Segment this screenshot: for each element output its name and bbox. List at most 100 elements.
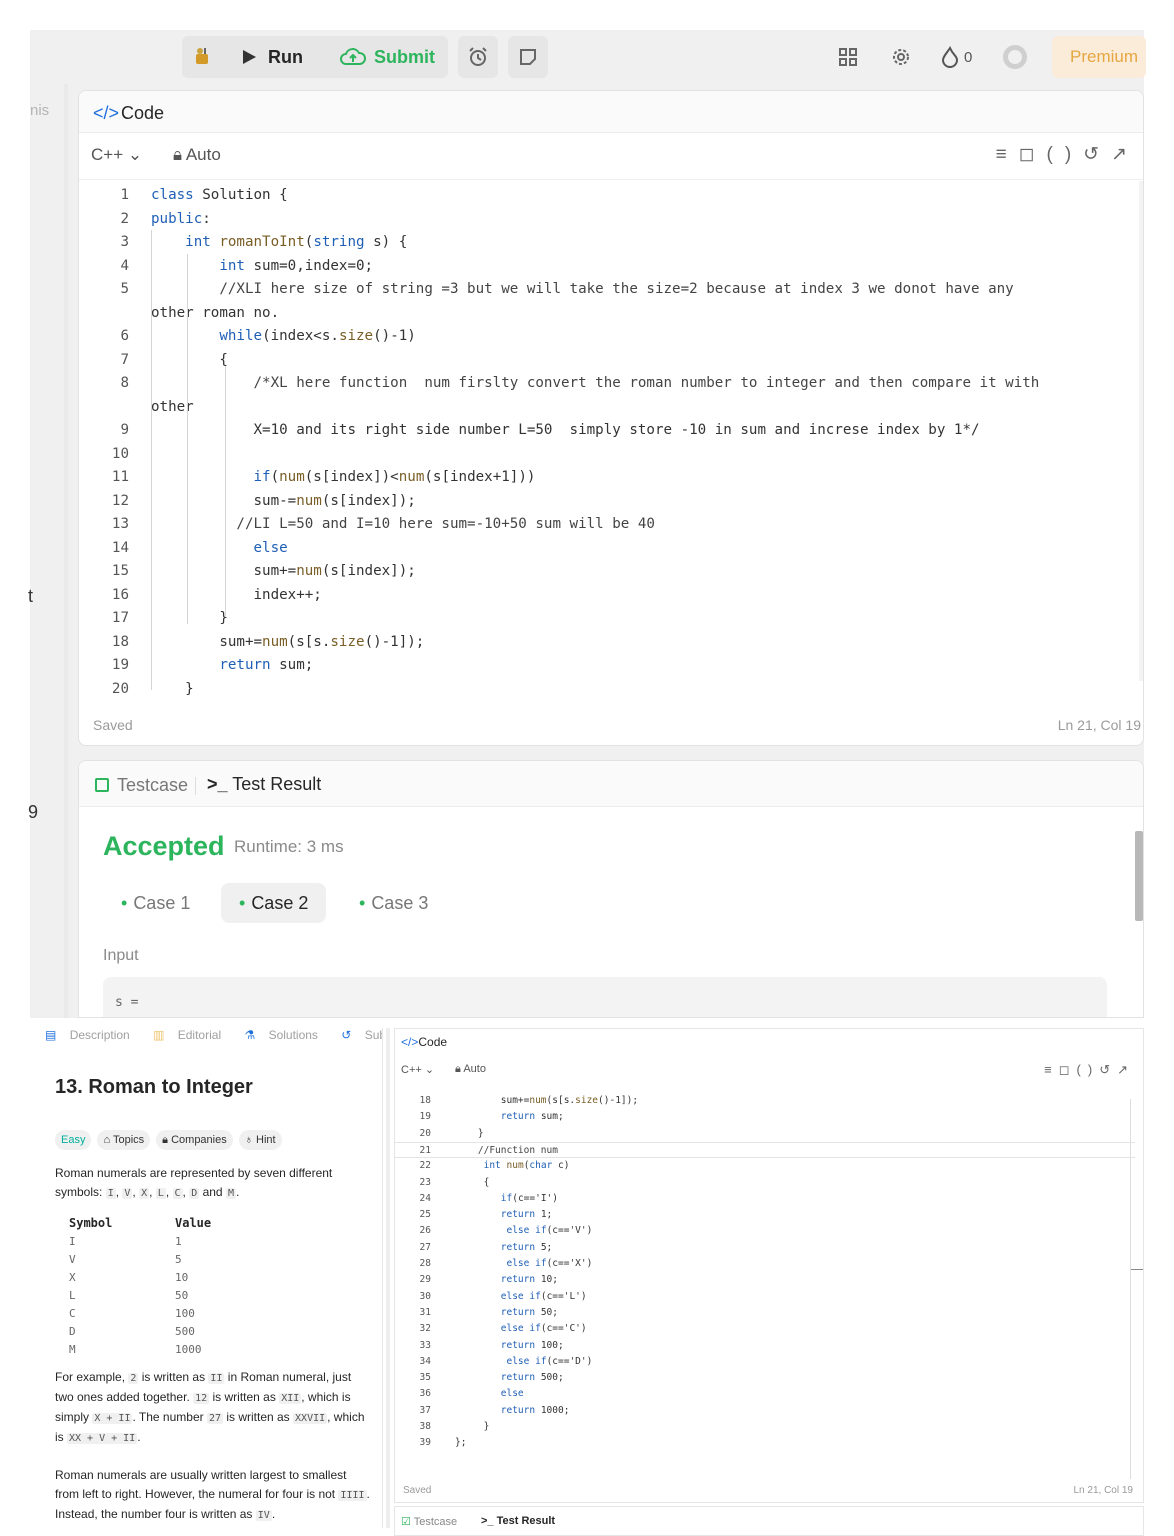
- submit-button[interactable]: Submit: [340, 36, 435, 78]
- code-line[interactable]: 5 //XLI here size of string =3 but we wi…: [79, 278, 1143, 301]
- tab-testcase[interactable]: Testcase: [95, 775, 188, 796]
- streak-counter[interactable]: 0: [940, 36, 972, 78]
- avatar[interactable]: [1002, 36, 1028, 78]
- difficulty-badge: Easy: [55, 1130, 92, 1150]
- layout-button[interactable]: [838, 36, 858, 78]
- code-line[interactable]: 37 return 1000;: [395, 1403, 1135, 1419]
- expand-icon[interactable]: ↗: [1117, 1062, 1135, 1077]
- notes-button[interactable]: [508, 36, 548, 78]
- braces-icon[interactable]: (): [1077, 1062, 1100, 1077]
- code-line[interactable]: 3 int romanToInt(string s) {: [79, 231, 1143, 254]
- code-line[interactable]: 23 {: [395, 1175, 1135, 1191]
- settings-button[interactable]: [890, 36, 912, 78]
- status-dot: •: [359, 893, 366, 913]
- code-line[interactable]: 7 {: [79, 349, 1143, 372]
- code-scrollbar[interactable]: [1130, 1099, 1131, 1479]
- tab-test-result[interactable]: >_ Test Result: [207, 774, 321, 795]
- run-button[interactable]: Run: [240, 36, 303, 78]
- code-line[interactable]: 8 /*XL here function num firslty convert…: [79, 372, 1143, 395]
- code-line[interactable]: 32 else if(c=='C'): [395, 1321, 1135, 1337]
- code-line[interactable]: other: [79, 396, 1143, 419]
- tab-test-result[interactable]: >_ Test Result: [481, 1515, 555, 1527]
- line-number: 26: [419, 1225, 431, 1237]
- tab-solutions[interactable]: ⚗ Solutions: [244, 1028, 327, 1042]
- code-line[interactable]: 13 //LI L=50 and I=10 here sum=-10+50 su…: [79, 513, 1143, 536]
- code-line[interactable]: 39};: [395, 1435, 1135, 1451]
- code-line[interactable]: 33 return 100;: [395, 1338, 1135, 1354]
- auto-mode-toggle[interactable]: 🔒︎ Auto: [173, 145, 221, 165]
- code-line[interactable]: 19 return sum;: [395, 1109, 1135, 1125]
- code-line[interactable]: 19 return sum;: [79, 654, 1143, 677]
- panel-resize-handle[interactable]: [64, 84, 68, 1018]
- timer-button[interactable]: [458, 36, 498, 78]
- format-icon[interactable]: ≡: [996, 144, 1019, 165]
- code-line[interactable]: 9 X=10 and its right side number L=50 si…: [79, 419, 1143, 442]
- line-number: 29: [419, 1274, 431, 1286]
- language-select[interactable]: C++ ⌄: [401, 1063, 434, 1076]
- hint-chip[interactable]: ♁ Hint: [238, 1130, 282, 1150]
- reset-icon[interactable]: ↺: [1083, 144, 1111, 165]
- debugger-icon[interactable]: [192, 36, 214, 78]
- code-line[interactable]: 29 return 10;: [395, 1272, 1135, 1288]
- code-line[interactable]: 26 else if(c=='V'): [395, 1223, 1135, 1239]
- code-line[interactable]: 27 return 5;: [395, 1240, 1135, 1256]
- code-line[interactable]: 20 }: [79, 678, 1143, 701]
- code-line[interactable]: 4 int sum=0,index=0;: [79, 255, 1143, 278]
- code-line[interactable]: 14 else: [79, 537, 1143, 560]
- code-line[interactable]: 16 index++;: [79, 584, 1143, 607]
- indent-guide: [225, 366, 226, 616]
- tab-submissions[interactable]: ↺ Submi: [341, 1028, 382, 1042]
- code-line[interactable]: 12 sum-=num(s[index]);: [79, 490, 1143, 513]
- line-number: 7: [120, 351, 129, 368]
- code-line[interactable]: 38 }: [395, 1419, 1135, 1435]
- case-tab[interactable]: • Case 3: [341, 883, 446, 923]
- format-icon[interactable]: ≡: [1044, 1062, 1059, 1077]
- result-scrollbar[interactable]: [1135, 831, 1143, 921]
- case-tab[interactable]: • Case 2: [221, 883, 327, 923]
- tab-description[interactable]: ▤ Description: [45, 1028, 140, 1042]
- code-line[interactable]: 1 class Solution {: [79, 184, 1143, 207]
- tab-editorial[interactable]: ▥ Editorial: [153, 1028, 231, 1042]
- premium-label: Premium: [1070, 47, 1139, 66]
- code-line[interactable]: 6 while(index<s.size()-1): [79, 325, 1143, 348]
- expand-icon[interactable]: ↗: [1111, 144, 1139, 165]
- reset-icon[interactable]: ↺: [1099, 1062, 1117, 1077]
- code-editor[interactable]: 1 class Solution {2 public: 3 int romanToIn…: [79, 179, 1143, 699]
- code-line[interactable]: 30 else if(c=='L'): [395, 1289, 1135, 1305]
- problem-title: 13. Roman to Integer: [55, 1076, 253, 1098]
- code-line[interactable]: 21 //Function num: [395, 1141, 1135, 1159]
- code-text: return 1000;: [500, 1404, 570, 1416]
- code-line[interactable]: 34 else if(c=='D'): [395, 1354, 1135, 1370]
- code-line[interactable]: 18 sum+=num(s[s.size()-1]);: [395, 1093, 1135, 1109]
- code-line[interactable]: 35 return 500;: [395, 1370, 1135, 1386]
- case-tab[interactable]: • Case 1: [103, 883, 208, 923]
- language-select[interactable]: C++ ⌄: [91, 145, 142, 165]
- code-line[interactable]: 15 sum+=num(s[index]);: [79, 560, 1143, 583]
- code-line[interactable]: 18 sum+=num(s[s.size()-1]);: [79, 631, 1143, 654]
- premium-button[interactable]: Premium: [1052, 36, 1146, 78]
- case-label: Case 2: [251, 893, 309, 913]
- code-line[interactable]: 36 else: [395, 1386, 1135, 1402]
- tab-testcase[interactable]: ☑ Testcase: [401, 1515, 457, 1528]
- code-line[interactable]: 31 return 50;: [395, 1305, 1135, 1321]
- code-line[interactable]: 10: [79, 443, 1143, 466]
- code-line[interactable]: 22 int num(char c): [395, 1158, 1135, 1174]
- bookmark-icon[interactable]: ◻: [1019, 144, 1047, 165]
- companies-chip[interactable]: 🔒︎ Companies: [156, 1130, 233, 1150]
- code-line[interactable]: 24 if(c=='I'): [395, 1191, 1135, 1207]
- code-line[interactable]: 25 return 1;: [395, 1207, 1135, 1223]
- code-line[interactable]: 11 if(num(s[index])<num(s[index+1])): [79, 466, 1143, 489]
- braces-icon[interactable]: (): [1047, 144, 1084, 165]
- code-line[interactable]: 2 public:: [79, 208, 1143, 231]
- code-line[interactable]: other roman no.: [79, 302, 1143, 325]
- auto-mode-toggle[interactable]: 🔒︎ Auto: [455, 1063, 486, 1076]
- bookmark-icon[interactable]: ◻: [1059, 1062, 1077, 1077]
- code-scrollbar[interactable]: [1139, 181, 1143, 681]
- code-line[interactable]: 17 }: [79, 607, 1143, 630]
- code-line[interactable]: 28 else if(c=='X'): [395, 1256, 1135, 1272]
- topics-chip[interactable]: ⌂ Topics: [97, 1130, 151, 1150]
- symbol-cell: C: [69, 1306, 76, 1320]
- code-line[interactable]: 20 }: [395, 1126, 1135, 1142]
- panel-resize-handle[interactable]: [386, 1028, 390, 1528]
- line-number: 28: [419, 1258, 431, 1269]
